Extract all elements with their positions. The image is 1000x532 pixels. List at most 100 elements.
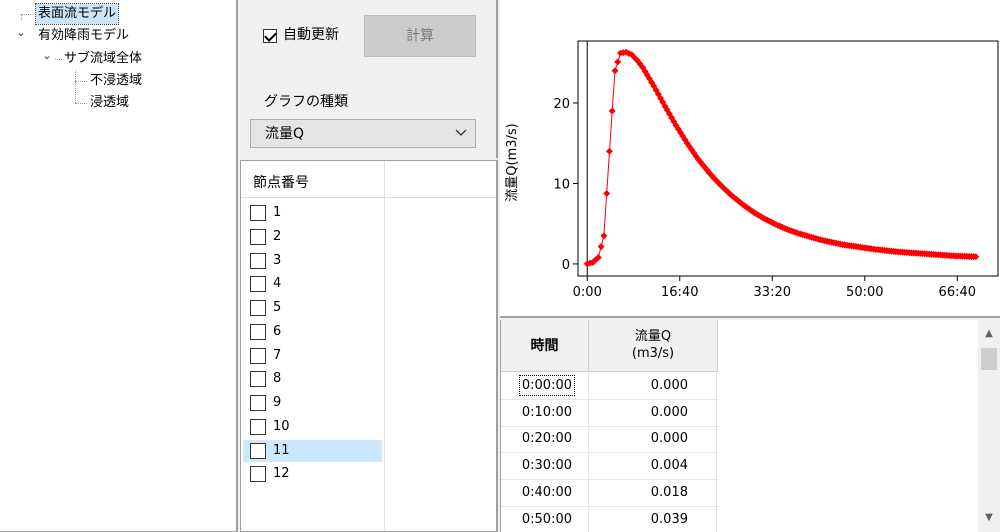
time-cell[interactable]: 0:00:00	[501, 373, 589, 399]
node-number: 3	[273, 252, 282, 268]
tree-item-label: 不浸透域	[90, 73, 143, 88]
tree-item-surface-flow-model[interactable]: 表面流モデル	[34, 3, 120, 25]
scrollbar-thumb[interactable]	[981, 348, 997, 370]
tree-item-impervious-area[interactable]: 不浸透域	[90, 71, 142, 91]
time-cell[interactable]: 0:30:00	[501, 453, 589, 480]
node-checkbox[interactable]	[250, 276, 266, 293]
flow-column-header-label: 流量Q	[634, 329, 672, 344]
flow-cell[interactable]: 0.018	[589, 479, 717, 506]
tree-item-label: サブ流域全体	[64, 51, 143, 66]
flow-chart-svg: 0 10 20 0:00 16:40 33:20 50:00 66:40 流量Q(m3/s)	[505, 40, 999, 300]
graph-type-value: 流量Q	[265, 126, 305, 142]
node-row[interactable]: 6	[241, 320, 496, 344]
x-tick-label: 66:40	[939, 285, 976, 300]
node-checkbox[interactable]	[250, 347, 266, 364]
tree-item-effective-rainfall-model[interactable]: 有効降雨モデル	[38, 26, 129, 46]
model-tree[interactable]: 表面流モデル ⌄ 有効降雨モデル ⌄ サブ流域全体 不浸透域 浸透域	[0, 0, 238, 532]
node-row[interactable]: 9	[241, 391, 496, 415]
node-checkbox[interactable]	[250, 323, 266, 340]
tree-item-pervious-area[interactable]: 浸透域	[90, 93, 129, 113]
node-row[interactable]: 7	[241, 344, 496, 368]
x-tick-label: 0:00	[573, 285, 602, 300]
y-tick-label: 10	[553, 177, 570, 192]
node-row[interactable]: 3	[241, 249, 496, 273]
data-point-marker	[614, 58, 622, 66]
flow-cell[interactable]: 0.039	[589, 506, 717, 532]
node-row[interactable]: 2	[241, 225, 496, 249]
scroll-up-arrow-icon[interactable]: ▲	[978, 324, 1000, 344]
y-tick-label: 0	[562, 258, 570, 273]
auto-update-checkbox[interactable]	[263, 29, 277, 43]
tree-item-whole-subbasin[interactable]: サブ流域全体	[64, 49, 142, 69]
data-point-marker	[611, 67, 619, 75]
time-cell[interactable]: 0:50:00	[501, 506, 589, 532]
time-cell[interactable]: 0:20:00	[501, 426, 589, 453]
tree-connector	[75, 81, 87, 82]
node-checkbox[interactable]	[250, 228, 266, 245]
tree-connector	[21, 14, 22, 20]
flow-cell[interactable]: 0.000	[589, 373, 717, 399]
scroll-down-arrow-icon[interactable]: ▼	[978, 508, 1000, 528]
tree-connector	[75, 70, 76, 103]
data-point-marker	[608, 107, 616, 115]
graph-type-select[interactable]: 流量Q	[250, 119, 476, 148]
auto-update-label[interactable]: 自動更新	[283, 25, 339, 45]
flow-column-header[interactable]: 流量Q (m3/s)	[589, 320, 718, 372]
node-row[interactable]: 1	[241, 201, 496, 225]
series-line	[587, 51, 976, 265]
flow-cell[interactable]: 0.004	[589, 453, 717, 480]
node-row[interactable]: 8	[241, 367, 496, 391]
tree-item-label: 表面流モデル	[38, 6, 117, 21]
time-cell[interactable]: 0:10:00	[501, 399, 589, 426]
node-checkbox[interactable]	[250, 395, 266, 411]
flow-chart: 0 10 20 0:00 16:40 33:20 50:00 66:40 流量Q(m3/s)	[500, 0, 1000, 318]
flow-cell[interactable]: 0.000	[589, 399, 717, 426]
node-checkbox[interactable]	[250, 418, 266, 435]
table-row[interactable]: 0:30:00 0.004	[501, 453, 719, 481]
node-row[interactable]: 10	[241, 415, 496, 439]
flow-data-table[interactable]: 時間 流量Q (m3/s) 0:00:00 0.000 0:10:00 0.000 0:…	[500, 320, 1000, 532]
table-row[interactable]: 0:10:00 0.000	[501, 399, 719, 427]
time-column-header[interactable]: 時間	[501, 320, 589, 372]
time-value: 0:10:00	[521, 404, 572, 420]
flow-cell[interactable]: 0.000	[589, 426, 717, 453]
node-number: 11	[273, 442, 290, 458]
graph-type-label: グラフの種類	[264, 94, 348, 110]
x-tick-label: 16:40	[661, 285, 698, 300]
node-checkbox[interactable]	[250, 252, 266, 269]
node-checkbox[interactable]	[250, 466, 266, 483]
node-number: 1	[273, 205, 282, 220]
node-checkbox[interactable]	[250, 300, 266, 316]
node-number: 6	[273, 323, 282, 339]
time-value: 0:50:00	[521, 511, 572, 527]
node-row[interactable]: 4	[241, 272, 496, 296]
node-checkbox[interactable]	[250, 371, 266, 388]
table-row[interactable]: 0:00:00 0.000	[501, 373, 719, 400]
calculate-button[interactable]: 計算	[364, 15, 476, 57]
table-row[interactable]: 0:20:00 0.000	[501, 426, 719, 454]
chevron-down-icon[interactable]: ⌄	[15, 26, 27, 46]
x-tick-label: 50:00	[846, 285, 883, 300]
time-value: 0:30:00	[521, 458, 572, 474]
node-row[interactable]: 11	[241, 439, 496, 463]
vertical-scrollbar[interactable]: ▲ ▼	[978, 320, 1000, 532]
tree-item-label: 有効降雨モデル	[38, 28, 130, 43]
time-value: 0:40:00	[521, 484, 572, 500]
node-row[interactable]: 12	[241, 462, 496, 486]
node-number: 10	[273, 418, 290, 434]
table-row[interactable]: 0:50:00 0.039	[501, 506, 719, 532]
chevron-down-icon[interactable]: ⌄	[41, 49, 53, 69]
node-number: 12	[273, 466, 290, 482]
table-row[interactable]: 0:40:00 0.018	[501, 479, 719, 507]
node-checkbox[interactable]	[250, 442, 266, 459]
node-number: 5	[273, 300, 282, 315]
node-row[interactable]: 5	[241, 296, 496, 320]
y-tick-label: 20	[553, 97, 570, 112]
node-number: 2	[273, 228, 282, 244]
tree-connector	[75, 103, 87, 104]
time-cell[interactable]: 0:40:00	[501, 479, 589, 506]
tree-connector	[55, 59, 62, 60]
node-number-header: 節点番号	[253, 175, 309, 191]
plot-area-frame	[577, 40, 999, 277]
node-checkbox[interactable]	[250, 205, 266, 221]
